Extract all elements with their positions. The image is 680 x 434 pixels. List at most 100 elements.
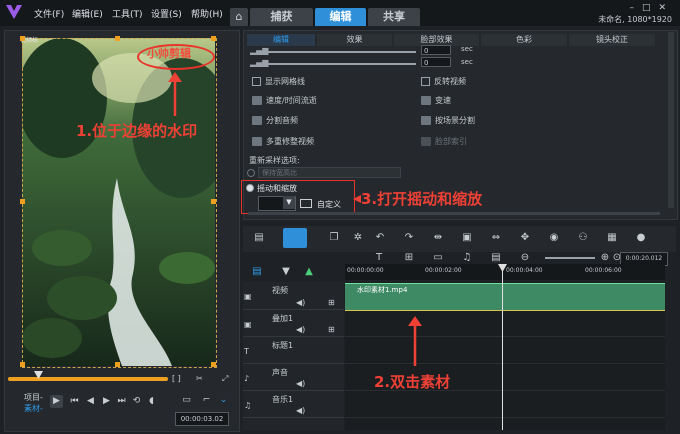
filmstrip-icon[interactable]: ▦ bbox=[605, 231, 619, 245]
mute-icon[interactable]: ◀) bbox=[296, 406, 305, 415]
split-icon[interactable]: ✂ bbox=[196, 374, 203, 383]
screen-icon[interactable]: ▭ bbox=[180, 394, 193, 407]
chapter-icon[interactable]: ▭ bbox=[431, 251, 445, 265]
chevron-down-icon[interactable]: ⌄ bbox=[217, 394, 230, 407]
resize-handle[interactable] bbox=[211, 36, 216, 41]
voice-track-icon: ♪ bbox=[244, 374, 250, 383]
multi-trim-button[interactable]: 多重修整视频 bbox=[252, 136, 314, 147]
project-mode-label[interactable]: 项目- bbox=[24, 392, 43, 403]
sec-spinner-1[interactable]: 0 bbox=[421, 45, 451, 55]
resize-handle[interactable] bbox=[211, 199, 216, 204]
next-frame-icon[interactable]: ▶ bbox=[100, 395, 113, 408]
menu-help[interactable]: 帮助(H) bbox=[191, 7, 223, 20]
zoom-slider[interactable] bbox=[545, 257, 595, 259]
snapshot-icon[interactable]: ▣ bbox=[460, 231, 474, 245]
horizontal-scrollbar[interactable] bbox=[248, 212, 660, 215]
track-music[interactable] bbox=[243, 391, 344, 418]
lock-icon[interactable]: ⊞ bbox=[328, 298, 335, 307]
track-title[interactable] bbox=[243, 337, 344, 364]
clip-mode-label[interactable]: 素材- bbox=[24, 403, 43, 414]
resize-handle[interactable] bbox=[20, 199, 25, 204]
menu-edit[interactable]: 编辑(E) bbox=[72, 7, 103, 20]
split-audio-button[interactable]: 分割音频 bbox=[252, 115, 298, 126]
crop-tool-icon[interactable]: ⌐ bbox=[200, 394, 213, 407]
camera-icon[interactable]: ● bbox=[634, 231, 648, 245]
title-icon[interactable]: T bbox=[372, 251, 386, 265]
resize-handle[interactable] bbox=[20, 36, 25, 41]
slider-track[interactable] bbox=[266, 51, 416, 53]
mute-icon[interactable]: ◀) bbox=[296, 379, 305, 388]
lane-music[interactable] bbox=[345, 391, 665, 418]
player-timecode[interactable]: 00:00:03.02 bbox=[175, 412, 229, 426]
blend-icon[interactable]: ⚇ bbox=[576, 231, 590, 245]
resample-dropdown[interactable]: 保持宽高比 bbox=[258, 167, 401, 178]
track-manager-icon[interactable]: ▤ bbox=[250, 265, 264, 279]
crop-icon[interactable]: ⤢ bbox=[222, 374, 228, 384]
volume-icon[interactable]: ◖ bbox=[145, 395, 158, 408]
home-icon[interactable]: ⌂ bbox=[230, 8, 248, 26]
tab-color[interactable]: 色彩 bbox=[481, 34, 567, 46]
tab-effects[interactable]: 效果 bbox=[317, 34, 392, 46]
storyboard-icon[interactable]: ▤ bbox=[252, 231, 266, 245]
menu-file[interactable]: 文件(F) bbox=[34, 7, 64, 20]
tab-edit[interactable]: 编辑 bbox=[315, 8, 366, 26]
start-icon[interactable]: ⏮ bbox=[68, 395, 81, 408]
tab-capture[interactable]: 捕获 bbox=[250, 8, 313, 26]
track-name: 叠加1 bbox=[272, 314, 294, 323]
mute-icon[interactable]: ◀) bbox=[296, 298, 305, 307]
resample-radio[interactable] bbox=[247, 169, 255, 177]
track-voice[interactable] bbox=[243, 364, 344, 391]
face-index-button[interactable]: 脸部索引 bbox=[421, 136, 467, 147]
undo-icon[interactable]: ↶ bbox=[373, 231, 387, 245]
prev-frame-icon[interactable]: ◀ bbox=[84, 395, 97, 408]
timeline-view-icon[interactable] bbox=[283, 228, 307, 248]
variable-speed-button[interactable]: 变速 bbox=[421, 95, 451, 106]
play-icon[interactable]: ▶ bbox=[50, 395, 63, 408]
add-marker-icon[interactable]: ▲ bbox=[302, 265, 316, 279]
zoom-out-icon[interactable]: ⊖ bbox=[518, 251, 532, 265]
tab-lens-correction[interactable]: 镜头校正 bbox=[569, 34, 655, 46]
tab-share[interactable]: 共享 bbox=[368, 8, 420, 26]
grid-icon[interactable]: ⊞ bbox=[402, 251, 416, 265]
speed-time-button[interactable]: 速度/时间流逝 bbox=[252, 95, 317, 106]
resize-handle[interactable] bbox=[115, 362, 120, 367]
resize-handle[interactable] bbox=[115, 36, 120, 41]
slider-track[interactable] bbox=[266, 63, 416, 65]
mute-icon[interactable]: ◀) bbox=[296, 325, 305, 334]
lane-overlay[interactable] bbox=[345, 310, 665, 337]
track-name: 视频 bbox=[272, 286, 288, 295]
track-name: 声音 bbox=[272, 368, 288, 377]
resize-handle[interactable] bbox=[211, 362, 216, 367]
trim-markers-icon[interactable]: [ ] bbox=[172, 374, 181, 383]
menu-settings[interactable]: 设置(S) bbox=[151, 7, 182, 20]
redo-icon[interactable]: ↷ bbox=[402, 231, 416, 245]
subtitle-icon[interactable]: ▤ bbox=[489, 251, 503, 265]
record-icon[interactable]: ◉ bbox=[547, 231, 561, 245]
scrub-bar[interactable] bbox=[8, 377, 168, 381]
lock-icon[interactable]: ⊞ bbox=[328, 325, 335, 334]
split-by-scene-button[interactable]: 按场景分割 bbox=[421, 115, 475, 126]
sec-spinner-2[interactable]: 0 bbox=[421, 57, 451, 67]
app-logo-icon bbox=[6, 5, 22, 19]
chapter-list-icon[interactable]: ▼ bbox=[279, 265, 293, 279]
show-grid-checkbox[interactable]: 显示网格线 bbox=[252, 76, 305, 87]
ruler-label: 00:00:02:00 bbox=[425, 267, 462, 274]
copy-icon[interactable]: ❐ bbox=[327, 231, 341, 245]
reverse-video-checkbox[interactable]: 反转视频 bbox=[421, 76, 466, 87]
resize-handle[interactable] bbox=[20, 362, 25, 367]
lane-title[interactable] bbox=[345, 337, 665, 364]
options-scrollbar[interactable] bbox=[668, 32, 674, 208]
fit-icon[interactable]: ⇹ bbox=[431, 231, 445, 245]
annotation-double-click: 2.双击素材 bbox=[374, 373, 451, 391]
end-icon[interactable]: ⏭ bbox=[115, 395, 128, 408]
expand-icon[interactable]: ⇔ bbox=[489, 231, 503, 245]
preview-frame[interactable] bbox=[22, 38, 217, 368]
menu-tools[interactable]: 工具(T) bbox=[112, 7, 143, 20]
window-controls[interactable]: –□✕ bbox=[629, 3, 674, 13]
motion-icon[interactable]: ✥ bbox=[518, 231, 532, 245]
tab-edit-options[interactable]: 编辑 bbox=[247, 34, 315, 46]
magic-icon[interactable]: ✲ bbox=[351, 231, 365, 245]
playhead[interactable] bbox=[502, 264, 503, 430]
audio-icon[interactable]: ♫ bbox=[460, 251, 474, 265]
repeat-icon[interactable]: ⟲ bbox=[130, 395, 143, 408]
